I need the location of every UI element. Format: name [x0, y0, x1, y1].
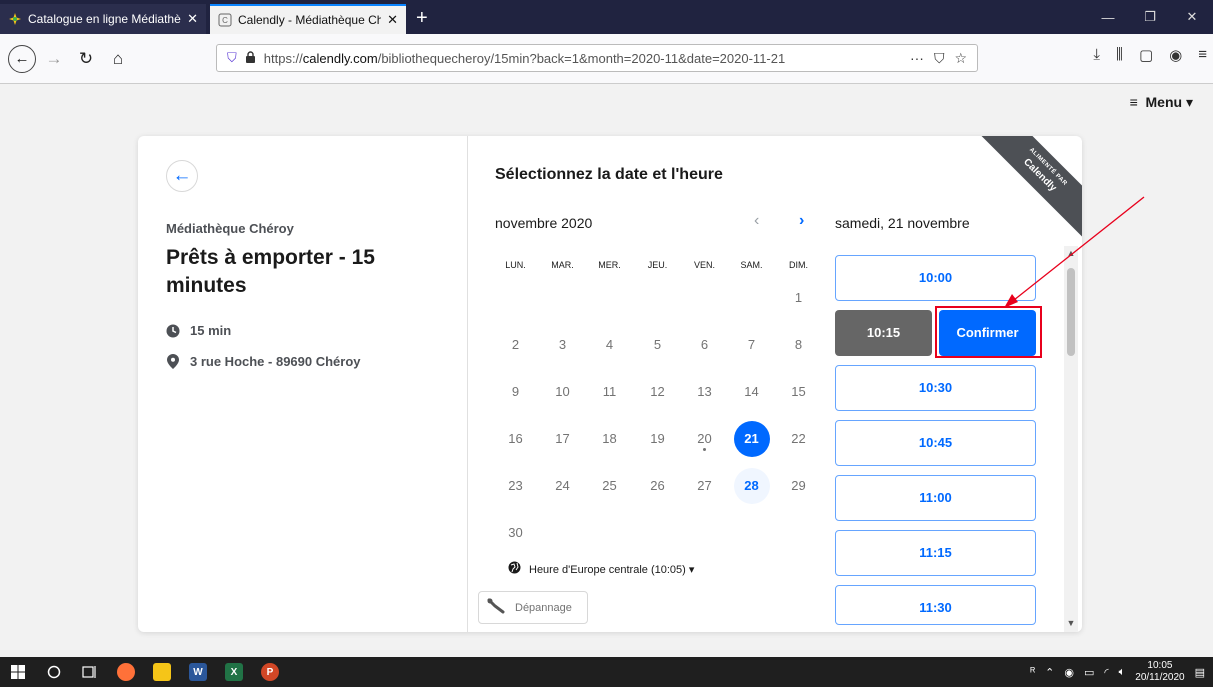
notifications-icon[interactable]: ▤: [1195, 666, 1205, 679]
system-tray: ᴿ ⌃ ◉ ▭ ◜ 🔈︎ 10:05 20/11/2020 ▤: [1030, 660, 1213, 684]
windows-start-icon[interactable]: [0, 657, 36, 687]
search-circle-icon[interactable]: [36, 657, 72, 687]
clock-time: 10:05: [1147, 660, 1173, 671]
volume-icon[interactable]: 🔈︎: [1119, 666, 1126, 679]
firefox-taskbar-icon[interactable]: [108, 657, 144, 687]
word-taskbar-icon[interactable]: W: [180, 657, 216, 687]
tray-expand-icon[interactable]: ⌃: [1045, 666, 1054, 679]
clock-date: 20/11/2020: [1135, 672, 1185, 683]
wifi-icon[interactable]: ◜: [1104, 666, 1108, 679]
task-view-icon[interactable]: [72, 657, 108, 687]
windows-taskbar: W X P ᴿ ⌃ ◉ ▭ ◜ 🔈︎ 10:05 20/11/2020 ▤: [0, 657, 1213, 687]
excel-taskbar-icon[interactable]: X: [216, 657, 252, 687]
network-icon[interactable]: ◉: [1064, 666, 1074, 679]
people-icon[interactable]: ᴿ: [1030, 666, 1035, 678]
taskbar-clock[interactable]: 10:05 20/11/2020: [1135, 660, 1184, 684]
battery-icon[interactable]: ▭: [1084, 666, 1094, 679]
powerpoint-taskbar-icon[interactable]: P: [252, 657, 288, 687]
annotation-arrow: [1004, 196, 1145, 308]
file-explorer-taskbar-icon[interactable]: [144, 657, 180, 687]
